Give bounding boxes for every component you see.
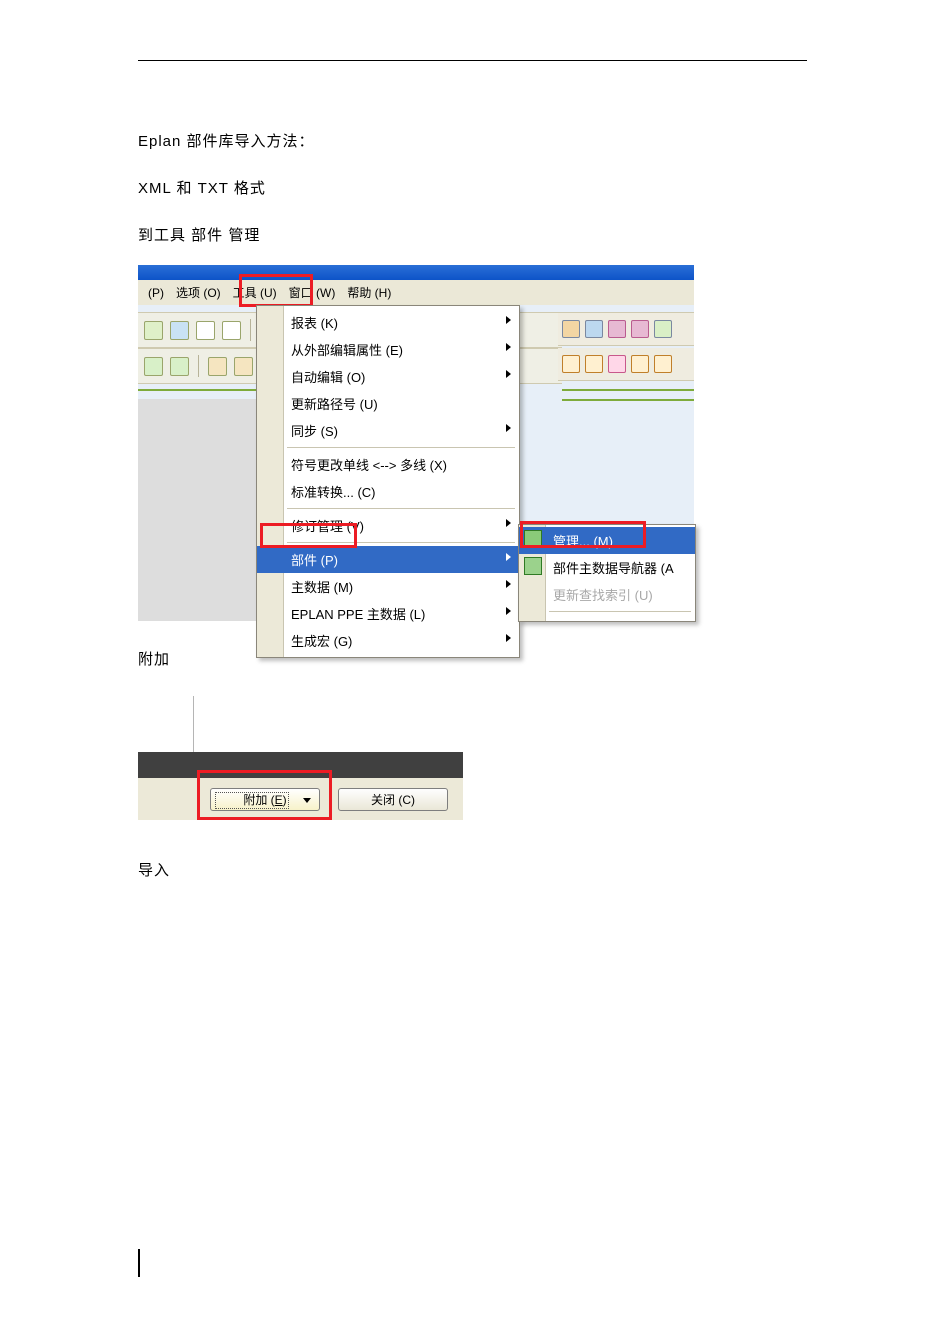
menu-label: 自动编辑 (O) [291,370,365,385]
toolbar-icon[interactable] [585,320,603,338]
menu-item[interactable]: EPLAN PPE 主数据 (L) [257,600,519,627]
top-rule [138,60,807,61]
toolbar-icon[interactable] [222,321,241,340]
toolbar-icon[interactable] [234,357,253,376]
menubar: (P) 选项 (O) 工具 (U) 窗口 (W) 帮助 (H) [138,280,694,305]
chevron-right-icon [506,424,511,432]
separator [549,611,691,612]
menu-label: 更新查找索引 (U) [553,588,653,603]
button-label: 关闭 (C) [371,791,415,808]
menu-item[interactable]: 符号更改单线 <--> 多线 (X) [257,451,519,478]
menu-label: 更新路径号 (U) [291,397,378,412]
menu-label: 部件主数据导航器 (A [553,561,674,576]
toolbar-icon[interactable] [608,320,626,338]
tools-menu-dropdown: 报表 (K) 从外部编辑属性 (E) 自动编辑 (O) 更新路径号 (U) 同步… [256,305,520,658]
button-mnemonic: E [275,793,283,807]
chevron-right-icon [506,607,511,615]
paragraph: 到工具 部件 管理 [138,225,807,247]
menu-item[interactable]: 报表 (K) [257,309,519,336]
toolbar [558,348,694,381]
toolbar-icon[interactable] [631,320,649,338]
chevron-right-icon [506,634,511,642]
menu-item[interactable]: 更新路径号 (U) [257,390,519,417]
chevron-right-icon [506,370,511,378]
menu-label: 符号更改单线 <--> 多线 (X) [291,458,447,473]
separator [287,447,515,448]
toolbar-icon[interactable] [654,355,672,373]
highlight-box [260,523,357,548]
toolbar-icon[interactable] [631,355,649,373]
toolbar-icon[interactable] [585,355,603,373]
menu-item[interactable]: 生成宏 (G) [257,627,519,654]
button-label: ) [283,793,287,807]
grey-strip [138,399,256,621]
menu-item[interactable]: 同步 (S) [257,417,519,444]
menu-item[interactable]: 主数据 (M) [257,573,519,600]
separator [287,508,515,509]
ruler [562,389,694,401]
submenu-item: 更新查找索引 (U) [519,581,695,608]
menu-label: 从外部编辑属性 (E) [291,343,403,358]
chevron-right-icon [506,580,511,588]
toolbar-icon[interactable] [654,320,672,338]
menu-item[interactable]: (P) [148,286,164,300]
menu-label: 部件 (P) [291,553,338,568]
menu-label: 主数据 (M) [291,580,353,595]
menu-item[interactable]: 从外部编辑属性 (E) [257,336,519,363]
forward-icon[interactable] [170,357,189,376]
menu-label: 报表 (K) [291,316,338,331]
panel-corner [140,696,194,753]
paragraph: 导入 [138,860,807,882]
menu-item[interactable]: 标准转换... (C) [257,478,519,505]
menu-label: 同步 (S) [291,424,338,439]
paragraph: Eplan 部件库导入方法： [138,131,807,153]
back-icon[interactable] [144,357,163,376]
toolbar [558,312,694,346]
separator [198,355,199,377]
screenshot-extra-button: 附加 (E) 关闭 (C) [138,696,463,820]
toolbar-icon[interactable] [562,320,580,338]
toolbar-icon[interactable] [208,357,227,376]
menu-item-parts[interactable]: 部件 (P) [257,546,519,573]
menu-item[interactable]: 帮助 (H) [347,284,391,301]
titlebar [138,265,694,280]
chevron-right-icon [506,316,511,324]
menu-label: 标准转换... (C) [291,485,376,500]
navigator-icon [524,557,542,575]
chevron-right-icon [506,519,511,527]
menu-item[interactable]: 自动编辑 (O) [257,363,519,390]
chevron-right-icon [506,343,511,351]
toolbar-icon[interactable] [170,321,189,340]
highlight-box [520,521,646,548]
menu-item[interactable]: 选项 (O) [176,284,221,301]
chevron-right-icon [506,553,511,561]
paragraph: XML 和 TXT 格式 [138,178,807,200]
toolbar-icon[interactable] [196,321,215,340]
toolbar-icon[interactable] [608,355,626,373]
close-button[interactable]: 关闭 (C) [338,788,448,811]
screenshot-tools-menu: (P) 选项 (O) 工具 (U) 窗口 (W) 帮助 (H) [138,265,694,621]
submenu-item[interactable]: 部件主数据导航器 (A [519,554,695,581]
menu-label: EPLAN PPE 主数据 (L) [291,607,425,622]
toolbar-icon[interactable] [144,321,163,340]
menu-label: 生成宏 (G) [291,634,352,649]
separator [250,319,251,341]
button-label: 附加 ( [243,793,274,807]
toolbar-icon[interactable] [562,355,580,373]
highlight-box [239,274,313,307]
